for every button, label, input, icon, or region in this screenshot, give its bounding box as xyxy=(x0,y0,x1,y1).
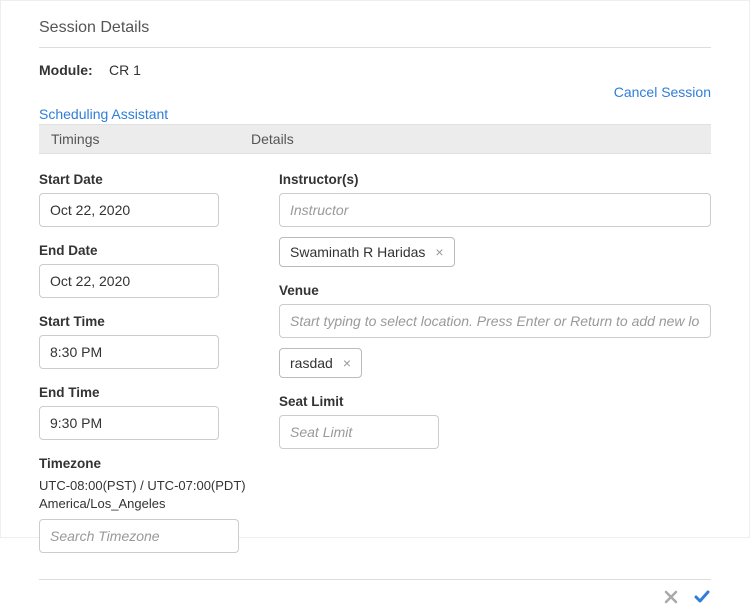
venue-chip: rasdad × xyxy=(279,348,362,378)
timezone-label: Timezone xyxy=(39,456,249,471)
tab-timings[interactable]: Timings xyxy=(51,131,251,147)
end-date-input[interactable] xyxy=(39,264,219,298)
venue-chip-row: rasdad × xyxy=(279,348,711,378)
session-details-panel: Session Details Module: CR 1 Cancel Sess… xyxy=(0,0,750,538)
instructor-chip-label: Swaminath R Haridas xyxy=(290,244,425,260)
instructor-chip: Swaminath R Haridas × xyxy=(279,237,455,267)
start-date-label: Start Date xyxy=(39,172,249,187)
cancel-session-link[interactable]: Cancel Session xyxy=(614,84,711,100)
instructor-chip-row: Swaminath R Haridas × xyxy=(279,237,711,267)
close-icon[interactable]: × xyxy=(435,245,443,259)
venue-label: Venue xyxy=(279,283,711,298)
seat-limit-input[interactable] xyxy=(279,415,439,449)
venue-chip-label: rasdad xyxy=(290,355,333,371)
end-date-label: End Date xyxy=(39,243,249,258)
timezone-value: UTC-08:00(PST) / UTC-07:00(PDT) America/… xyxy=(39,477,249,513)
start-time-input[interactable] xyxy=(39,335,219,369)
timezone-search-input[interactable] xyxy=(39,519,239,553)
tab-bar: Timings Details xyxy=(39,124,711,154)
module-row: Module: CR 1 xyxy=(39,48,711,84)
start-date-input[interactable] xyxy=(39,193,219,227)
details-column: Instructor(s) Swaminath R Haridas × Venu… xyxy=(279,172,711,569)
timings-column: Start Date End Date Start Time End Time … xyxy=(39,172,249,569)
confirm-icon[interactable] xyxy=(693,588,711,606)
form-area: Start Date End Date Start Time End Time … xyxy=(39,154,711,569)
end-time-label: End Time xyxy=(39,385,249,400)
end-time-input[interactable] xyxy=(39,406,219,440)
instructor-label: Instructor(s) xyxy=(279,172,711,187)
tab-details[interactable]: Details xyxy=(251,131,451,147)
module-value: CR 1 xyxy=(109,62,141,78)
close-icon[interactable]: × xyxy=(343,356,351,370)
start-time-label: Start Time xyxy=(39,314,249,329)
scheduling-assistant-link[interactable]: Scheduling Assistant xyxy=(39,100,168,124)
instructor-input[interactable] xyxy=(279,193,711,227)
cancel-icon[interactable] xyxy=(663,589,679,605)
page-title: Session Details xyxy=(39,19,711,48)
seat-limit-label: Seat Limit xyxy=(279,394,711,409)
module-label: Module: xyxy=(39,62,109,78)
footer-actions xyxy=(39,579,711,606)
venue-input[interactable] xyxy=(279,304,711,338)
